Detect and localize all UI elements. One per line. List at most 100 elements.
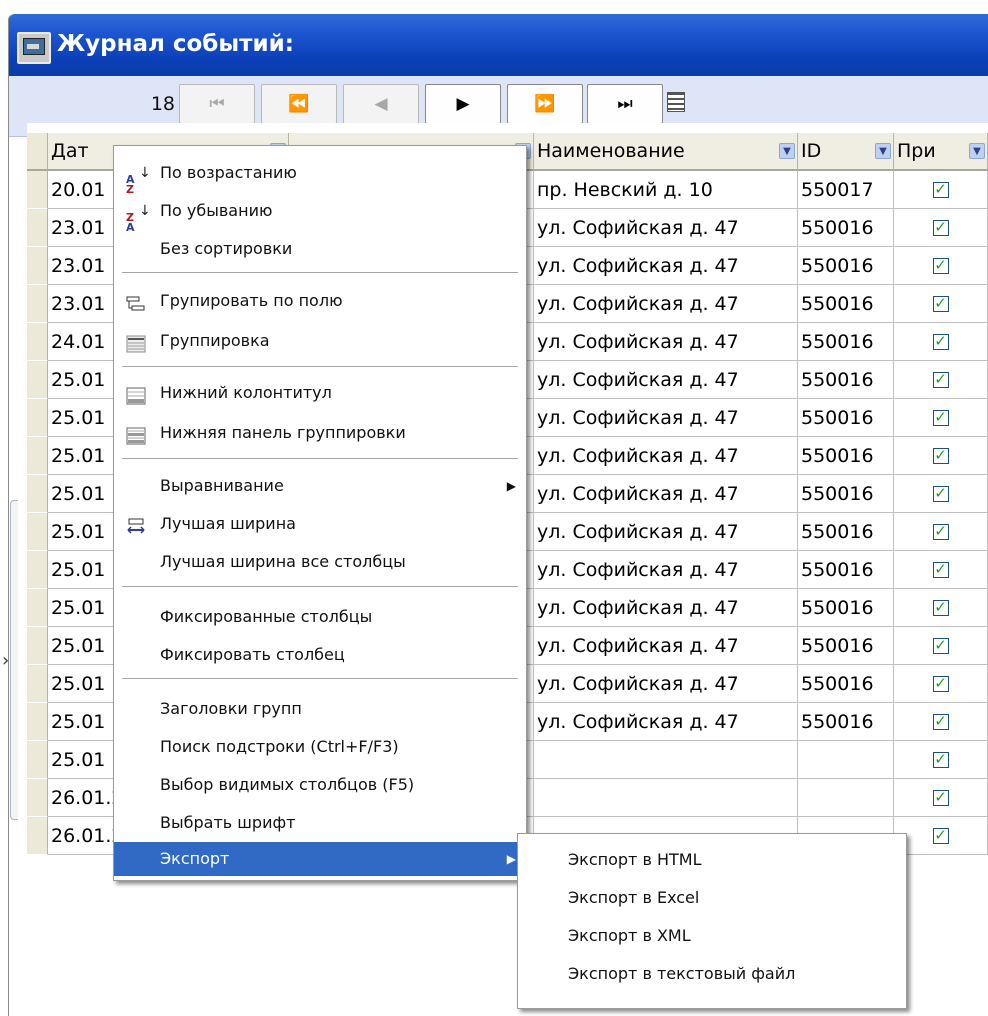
accepted-checkbox[interactable]: ✓ [932,789,949,806]
cell-name[interactable]: ул. Софийская д. 47 [534,361,798,399]
cell-id[interactable]: 550016 [798,703,894,741]
cell-accepted[interactable]: ✓ [894,437,988,475]
menu-item-group-headers[interactable]: Заголовки групп [114,692,526,726]
accepted-checkbox[interactable]: ✓ [932,485,949,502]
menu-item-fix-column[interactable]: Фиксировать столбец [114,638,526,672]
menu-item-no-sort[interactable]: Без сортировки [114,232,526,266]
previous-record-button[interactable]: ◀ [343,84,419,124]
cell-accepted[interactable]: ✓ [894,361,988,399]
menu-item-choose-font[interactable]: Выбрать шрифт [114,806,526,840]
cell-accepted[interactable]: ✓ [894,741,988,779]
column-header-name[interactable]: Наименование ▼ [534,133,798,171]
column-header-id[interactable]: ID ▼ [798,133,894,171]
cell-name[interactable]: ул. Софийская д. 47 [534,437,798,475]
menu-item-group-footer[interactable]: Нижняя панель группировки [114,416,526,450]
cell-name[interactable]: ул. Софийская д. 47 [534,285,798,323]
cell-id[interactable]: 550017 [798,171,894,209]
menu-item-footer[interactable]: Нижний колонтитул [114,376,526,410]
side-panel-handle[interactable] [10,500,18,820]
cell-name[interactable]: ул. Софийская д. 47 [534,399,798,437]
cell-accepted[interactable]: ✓ [894,817,988,855]
accepted-checkbox[interactable]: ✓ [932,257,949,274]
row-indicator[interactable] [27,665,48,703]
accepted-checkbox[interactable]: ✓ [932,827,949,844]
accepted-checkbox[interactable]: ✓ [932,523,949,540]
accepted-checkbox[interactable]: ✓ [932,371,949,388]
row-indicator[interactable] [27,627,48,665]
cell-accepted[interactable]: ✓ [894,247,988,285]
row-indicator[interactable] [27,437,48,475]
chevron-down-icon[interactable]: ▼ [779,143,795,159]
cell-name[interactable]: пр. Невский д. 10 [534,171,798,209]
cell-id[interactable]: 550016 [798,513,894,551]
cell-accepted[interactable]: ✓ [894,171,988,209]
menu-item-grouping[interactable]: Группировка [114,324,526,358]
cell-name[interactable] [534,779,798,817]
accepted-checkbox[interactable]: ✓ [932,637,949,654]
menu-item-sort-ascending[interactable]: A Z ↓ По возрастанию [114,156,526,196]
window-titlebar[interactable]: Журнал событий: [9,14,988,76]
accepted-checkbox[interactable]: ✓ [932,713,949,730]
menu-item-fixed-columns[interactable]: Фиксированные столбцы [114,600,526,634]
next-page-button[interactable]: ⏩ [507,84,583,124]
menu-item-choose-visible-columns[interactable]: Выбор видимых столбцов (F5) [114,768,526,802]
accepted-checkbox[interactable]: ✓ [932,219,949,236]
cell-name[interactable]: ул. Софийская д. 47 [534,551,798,589]
row-indicator[interactable] [27,513,48,551]
column-header-accepted[interactable]: При ▼ [894,133,988,171]
chevron-down-icon[interactable]: ▼ [875,143,891,159]
cell-accepted[interactable]: ✓ [894,285,988,323]
row-indicator[interactable] [27,741,48,779]
row-indicator[interactable] [27,323,48,361]
next-record-button[interactable]: ▶ [425,84,501,124]
accepted-checkbox[interactable]: ✓ [932,333,949,350]
cell-id[interactable]: 550016 [798,361,894,399]
accepted-checkbox[interactable]: ✓ [932,295,949,312]
accepted-checkbox[interactable]: ✓ [932,181,949,198]
cell-id[interactable] [798,741,894,779]
cell-name[interactable] [534,741,798,779]
menu-item-best-fit-all[interactable]: Лучшая ширина все столбцы [114,545,526,579]
chevron-right-icon[interactable]: › [2,650,9,671]
cell-name[interactable]: ул. Софийская д. 47 [534,209,798,247]
cell-id[interactable] [798,779,894,817]
cell-id[interactable]: 550016 [798,399,894,437]
menu-item-alignment[interactable]: Выравнивание ▶ [114,469,526,503]
row-indicator[interactable] [27,285,48,323]
cell-accepted[interactable]: ✓ [894,665,988,703]
row-indicator[interactable] [27,361,48,399]
row-indicator[interactable] [27,171,48,209]
cell-id[interactable]: 550016 [798,323,894,361]
cell-name[interactable]: ул. Софийская д. 47 [534,665,798,703]
cell-accepted[interactable]: ✓ [894,703,988,741]
cell-name[interactable]: ул. Софийская д. 47 [534,247,798,285]
cell-id[interactable]: 550016 [798,209,894,247]
previous-page-button[interactable]: ⏪ [261,84,337,124]
menu-item-find-substring[interactable]: Поиск подстроки (Ctrl+F/F3) [114,730,526,764]
row-indicator[interactable] [27,703,48,741]
row-indicator[interactable] [27,817,48,855]
menu-item-export-excel[interactable]: Экспорт в Excel [518,880,906,915]
menu-item-sort-descending[interactable]: Z A ↓ По убыванию [114,194,526,234]
menu-item-best-fit[interactable]: Лучшая ширина [114,507,526,541]
cell-name[interactable]: ул. Софийская д. 47 [534,589,798,627]
row-indicator[interactable] [27,589,48,627]
accepted-checkbox[interactable]: ✓ [932,751,949,768]
cell-accepted[interactable]: ✓ [894,779,988,817]
accepted-checkbox[interactable]: ✓ [932,447,949,464]
menu-item-export-text[interactable]: Экспорт в текстовый файл [518,956,906,991]
cell-accepted[interactable]: ✓ [894,209,988,247]
cell-id[interactable]: 550016 [798,437,894,475]
cell-id[interactable]: 550016 [798,475,894,513]
cell-id[interactable]: 550016 [798,589,894,627]
cell-name[interactable]: ул. Софийская д. 47 [534,703,798,741]
row-indicator[interactable] [27,399,48,437]
cell-name[interactable]: ул. Софийская д. 47 [534,513,798,551]
cell-accepted[interactable]: ✓ [894,627,988,665]
accepted-checkbox[interactable]: ✓ [932,599,949,616]
cell-name[interactable]: ул. Софийская д. 47 [534,627,798,665]
cell-id[interactable]: 550016 [798,665,894,703]
last-record-button[interactable]: ⏭ [587,84,663,124]
row-indicator[interactable] [27,551,48,589]
menu-item-group-by-field[interactable]: Групировать по полю [114,284,526,318]
